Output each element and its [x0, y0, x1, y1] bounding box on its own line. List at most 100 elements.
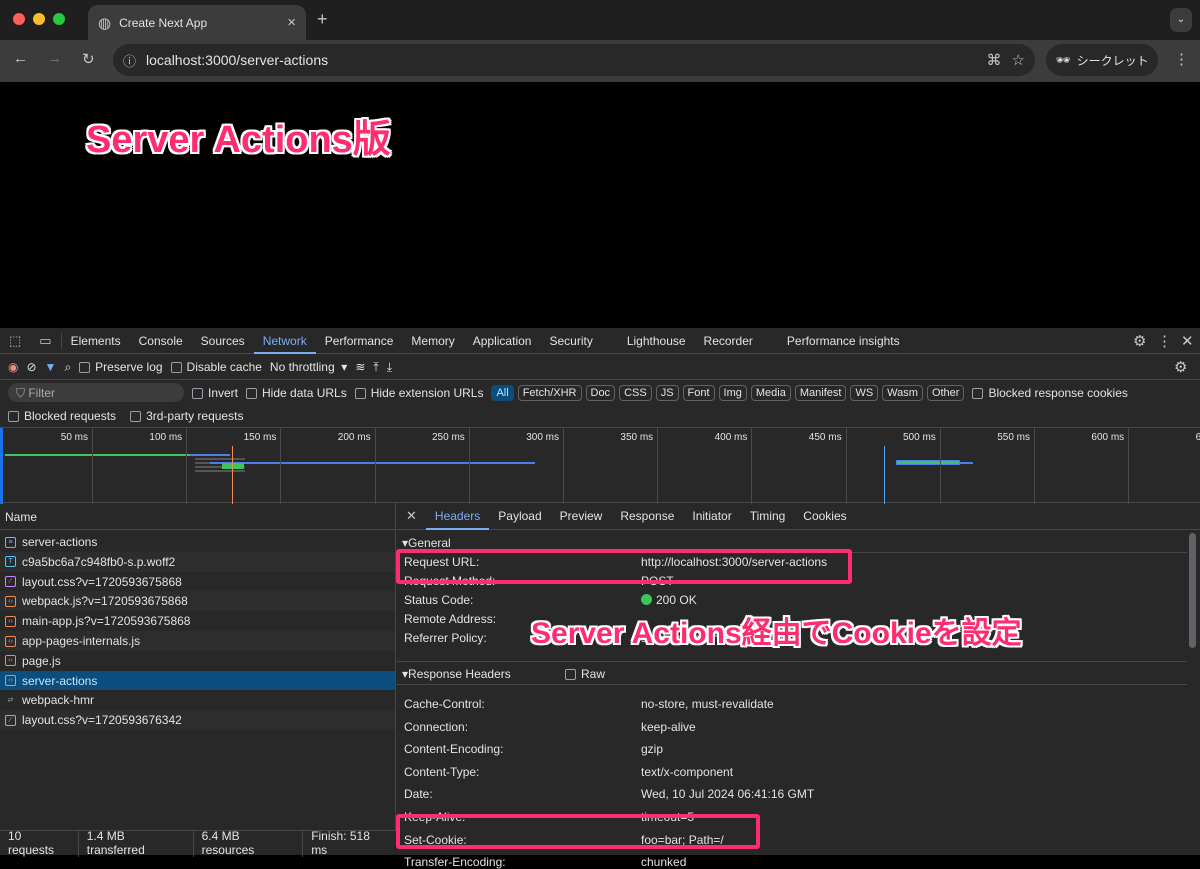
filter-type-media[interactable]: Media	[750, 384, 791, 401]
filter-input[interactable]: ⛉ Filter	[8, 383, 184, 402]
close-details-icon[interactable]: ✕	[397, 508, 426, 524]
response-header-value[interactable]: gzip	[641, 742, 663, 756]
tab-response[interactable]: Response	[611, 509, 683, 523]
response-header-value[interactable]: chunked	[641, 855, 686, 869]
tab-memory[interactable]: Memory	[402, 334, 463, 348]
reload-icon[interactable]: ↻	[82, 50, 95, 68]
tab-console[interactable]: Console	[130, 334, 192, 348]
response-header-value[interactable]: Wed, 10 Jul 2024 06:41:16 GMT	[641, 787, 814, 801]
general-value[interactable]: 200 OK	[641, 593, 697, 607]
tab-network[interactable]: Network	[253, 328, 316, 354]
device-toggle-icon[interactable]: ▭	[30, 332, 62, 349]
new-tab-button[interactable]: +	[317, 9, 328, 30]
import-har-icon[interactable]: ⤒	[373, 360, 378, 375]
filter-type-img[interactable]: Img	[718, 384, 747, 401]
record-icon[interactable]: ◉	[8, 360, 18, 374]
third-party-checkbox[interactable]: 3rd-party requests	[130, 409, 243, 423]
tab-recorder[interactable]: Recorder	[695, 334, 762, 348]
filter-type-other[interactable]: Other	[926, 384, 965, 401]
tab-performance-insights[interactable]: Performance insights	[778, 334, 909, 348]
close-tab-icon[interactable]: ×	[287, 14, 296, 31]
back-icon[interactable]: ←	[13, 50, 28, 67]
disable-cache-checkbox[interactable]: Disable cache	[170, 360, 262, 374]
network-conditions-icon[interactable]: ≋	[355, 360, 365, 374]
translate-icon[interactable]: ⌘	[987, 51, 1002, 69]
tab-sources[interactable]: Sources	[192, 334, 254, 348]
close-window-button[interactable]	[13, 13, 25, 25]
tab-security[interactable]: Security	[540, 334, 601, 348]
request-row[interactable]: ‹› webpack.js?v=1720593675868	[0, 591, 395, 612]
response-header-key: Date:	[404, 787, 433, 802]
inspect-icon[interactable]: ⬚	[0, 333, 30, 349]
url-text[interactable]: localhost:3000/server-actions	[146, 52, 977, 68]
request-row[interactable]: ∕ layout.css?v=1720593676342	[0, 710, 395, 731]
tab-elements[interactable]: Elements	[62, 334, 130, 348]
timeline-bar	[210, 462, 535, 464]
response-header-value[interactable]: no-store, must-revalidate	[641, 697, 774, 711]
tab-search-button[interactable]: ⌄	[1170, 8, 1192, 32]
minimize-window-button[interactable]	[33, 13, 45, 25]
request-row[interactable]: ‹› main-app.js?v=1720593675868	[0, 611, 395, 632]
details-scrollbar[interactable]	[1189, 533, 1196, 648]
invert-checkbox[interactable]: Invert	[192, 386, 238, 400]
export-har-icon[interactable]: ⤓	[387, 360, 392, 375]
filter-type-font[interactable]: Font	[682, 384, 715, 401]
clear-icon[interactable]: ⊘	[26, 360, 36, 374]
tab-headers[interactable]: Headers	[425, 503, 490, 530]
request-row[interactable]: ≡ server-actions	[0, 532, 395, 552]
network-overview-timeline[interactable]: 50 ms 100 ms 150 ms 200 ms 250 ms 300 ms 350 m…	[0, 427, 1200, 504]
request-row[interactable]: ‹› app-pages-internals.js	[0, 631, 395, 651]
timeline-gridline	[92, 428, 93, 504]
timeline-left-handle[interactable]	[0, 428, 3, 504]
filter-type-js[interactable]: JS	[655, 384, 679, 401]
tab-payload[interactable]: Payload	[489, 509, 550, 523]
timeline-gridline	[186, 428, 188, 504]
response-header-value[interactable]: keep-alive	[641, 720, 696, 734]
response-headers-section-header[interactable]: ▾Response Headers Raw	[397, 661, 1187, 685]
tab-timing[interactable]: Timing	[741, 509, 795, 523]
filter-type-css[interactable]: CSS	[619, 384, 652, 401]
browser-tab[interactable]: ◍ Create Next App ×	[88, 5, 306, 40]
tab-preview[interactable]: Preview	[551, 509, 612, 523]
tab-lighthouse[interactable]: Lighthouse	[618, 334, 695, 348]
script-file-icon: ‹›	[5, 675, 16, 687]
filter-type-fetch[interactable]: Fetch/XHR	[517, 384, 582, 401]
filter-icon[interactable]: ▼	[45, 360, 57, 374]
timeline-bar	[896, 460, 960, 465]
search-icon[interactable]: ⌕	[64, 360, 71, 375]
blocked-requests-checkbox[interactable]: Blocked requests	[8, 409, 116, 423]
close-devtools-icon[interactable]: ✕	[1172, 332, 1200, 350]
filter-placeholder: Filter	[28, 386, 56, 400]
request-row[interactable]: ‹› server-actions	[0, 670, 395, 691]
forward-icon[interactable]: →	[47, 50, 62, 67]
maximize-window-button[interactable]	[53, 13, 65, 25]
request-row[interactable]: ∕ layout.css?v=1720593675868	[0, 571, 395, 592]
address-bar[interactable]: ⓘ localhost:3000/server-actions ⌘ ☆	[113, 44, 1035, 76]
tab-cookies[interactable]: Cookies	[794, 509, 855, 523]
filter-type-ws[interactable]: WS	[850, 384, 879, 401]
tab-performance[interactable]: Performance	[316, 334, 403, 348]
request-row[interactable]: Tc9a5bc6a7c948fb0-s.p.woff2	[0, 551, 395, 572]
throttling-select[interactable]: No throttling ▾	[270, 360, 347, 374]
response-header-value[interactable]: text/x-component	[641, 765, 733, 779]
request-row[interactable]: ⇄ webpack-hmr	[0, 690, 395, 711]
blocked-response-cookies-checkbox[interactable]: Blocked response cookies	[972, 386, 1128, 400]
preserve-log-checkbox[interactable]: Preserve log	[79, 360, 163, 374]
hide-extension-urls-checkbox[interactable]: Hide extension URLs	[354, 386, 483, 400]
menu-icon[interactable]: ⋮	[1174, 50, 1189, 68]
hide-data-urls-checkbox[interactable]: Hide data URLs	[246, 386, 347, 400]
star-icon[interactable]: ☆	[1012, 51, 1025, 69]
filter-type-doc[interactable]: Doc	[585, 384, 616, 401]
timeline-gridline	[280, 428, 282, 504]
name-column-header[interactable]: Name	[0, 503, 396, 530]
network-settings-icon[interactable]: ⚙	[1174, 358, 1187, 376]
tab-application[interactable]: Application	[464, 334, 541, 348]
site-info-icon[interactable]: ⓘ	[123, 51, 136, 70]
filter-type-manifest[interactable]: Manifest	[794, 384, 847, 401]
filter-type-wasm[interactable]: Wasm	[882, 384, 923, 401]
tab-initiator[interactable]: Initiator	[683, 509, 740, 523]
filter-type-all[interactable]: All	[491, 384, 514, 401]
raw-checkbox[interactable]: Raw	[565, 667, 605, 681]
request-row[interactable]: ‹› page.js	[0, 650, 395, 671]
incognito-button[interactable]: 🕶 シークレット	[1046, 44, 1158, 76]
